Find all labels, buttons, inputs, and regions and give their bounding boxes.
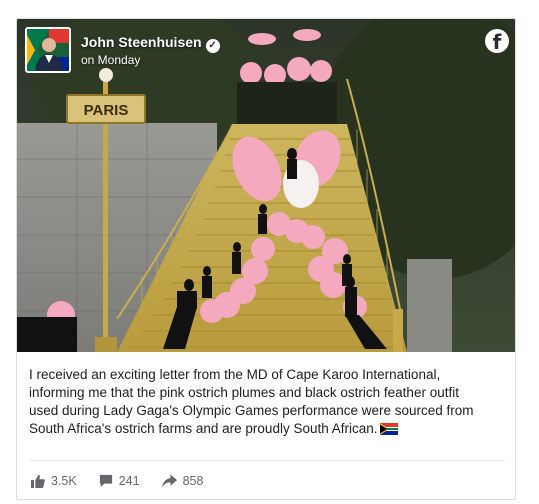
post-text-line: South Africa's ostrich farms and are pro… xyxy=(29,421,378,436)
author-name[interactable]: John Steenhuisen ✓ xyxy=(81,34,220,53)
engagement-stats: 3.5K 241 858 xyxy=(31,471,225,491)
post-card: PARIS John Steenhuisen ✓ on Monday f I r… xyxy=(16,18,516,500)
share-count: 858 xyxy=(182,474,204,488)
post-header: John Steenhuisen ✓ on Monday f xyxy=(25,27,509,73)
post-text-line-last: South Africa's ostrich farms and are pro… xyxy=(29,420,509,440)
like-count: 3.5K xyxy=(51,474,77,488)
like-stat[interactable]: 3.5K xyxy=(31,474,77,488)
thumbs-up-icon xyxy=(31,474,45,488)
divider xyxy=(29,460,505,461)
post-text: I received an exciting letter from the M… xyxy=(29,366,509,440)
comment-icon xyxy=(99,474,112,488)
facebook-icon[interactable]: f xyxy=(485,29,509,54)
south-africa-flag-icon xyxy=(379,422,398,440)
share-stat[interactable]: 858 xyxy=(161,474,204,488)
comment-stat[interactable]: 241 xyxy=(99,474,140,488)
share-icon xyxy=(161,474,177,488)
checkmark-icon: ✓ xyxy=(205,39,220,53)
paris-sign: PARIS xyxy=(84,102,129,119)
post-text-line: used during Lady Gaga's Olympic Games pe… xyxy=(29,403,474,418)
post-photo[interactable]: PARIS John Steenhuisen ✓ on Monday f xyxy=(17,19,515,352)
post-text-line: informing me that the pink ostrich plume… xyxy=(29,385,459,400)
post-text-line: I received an exciting letter from the M… xyxy=(29,367,441,382)
post-timestamp[interactable]: on Monday xyxy=(81,53,140,67)
author-name-text[interactable]: John Steenhuisen xyxy=(81,34,202,50)
comment-count: 241 xyxy=(118,474,140,488)
avatar[interactable] xyxy=(25,27,71,73)
